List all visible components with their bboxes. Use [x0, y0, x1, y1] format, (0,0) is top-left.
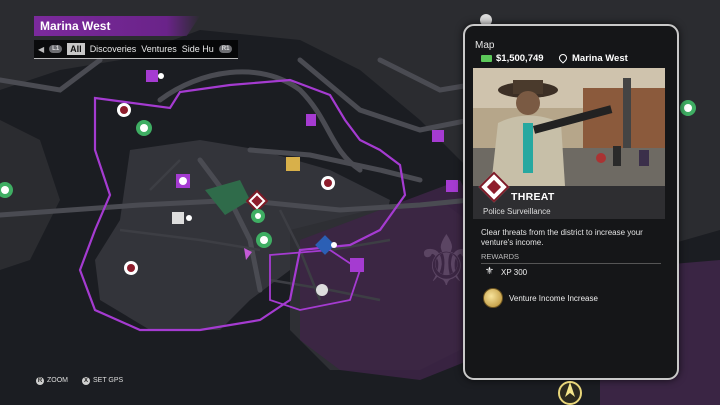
activity-description: Clear threats from the district to incre…: [481, 228, 643, 247]
r1-button-glyph: R1: [218, 45, 233, 53]
map-info-card: Map $1,500,749 Marina West THREAT Police…: [463, 24, 679, 380]
money-display: $1,500,749: [481, 53, 544, 64]
tab-all[interactable]: All: [67, 43, 85, 55]
poi-marker[interactable]: [316, 284, 328, 296]
hint-zoom[interactable]: R ZOOM: [36, 377, 68, 385]
activity-type: THREAT: [511, 191, 555, 203]
rewards-heading: REWARDS: [481, 252, 661, 264]
card-district-name: Marina West: [572, 53, 628, 64]
gang-marker[interactable]: [321, 176, 335, 190]
chevron-left-icon[interactable]: ◀: [38, 45, 44, 54]
activity-marker[interactable]: [446, 180, 458, 192]
money-value: $1,500,749: [496, 53, 544, 64]
activity-marker[interactable]: [176, 174, 190, 188]
reward-label: XP 300: [501, 267, 528, 277]
district-title: Marina West: [34, 16, 200, 36]
venture-income-coin-icon: [483, 288, 503, 308]
activity-marker[interactable]: [306, 114, 316, 126]
activity-header: THREAT Police Surveillance: [473, 171, 665, 219]
activity-marker[interactable]: [432, 130, 444, 142]
activity-marker[interactable]: [350, 258, 364, 272]
control-hints: R ZOOM X SET GPS: [36, 377, 123, 385]
l1-button-glyph: L1: [49, 45, 63, 53]
tab-discoveries[interactable]: Discoveries: [90, 44, 137, 54]
x-button-glyph: X: [82, 377, 90, 385]
gang-marker[interactable]: [124, 261, 138, 275]
filter-tabs: ◀ L1 All Discoveries Ventures Side Hu R1: [34, 40, 238, 59]
hint-set-gps[interactable]: X SET GPS: [82, 377, 123, 385]
activity-name: Police Surveillance: [483, 207, 551, 216]
cash-icon: [481, 54, 492, 62]
discovery-marker[interactable]: [256, 232, 272, 248]
shop-marker[interactable]: [286, 157, 300, 171]
discovery-marker[interactable]: [680, 100, 696, 116]
discovery-marker[interactable]: [136, 120, 152, 136]
card-district: Marina West: [557, 52, 628, 65]
reward-item: ⚜ XP 300: [485, 267, 527, 277]
discovery-marker[interactable]: [251, 209, 265, 223]
reward-item: Venture Income Increase: [483, 288, 598, 308]
fleur-de-lis-icon: ⚜: [485, 266, 494, 277]
tab-ventures[interactable]: Ventures: [141, 44, 177, 54]
card-title: Map: [475, 40, 495, 51]
gang-marker[interactable]: [117, 103, 131, 117]
reward-label: Venture Income Increase: [509, 293, 598, 303]
player-marker-icon: [558, 381, 582, 405]
tab-side-hustles[interactable]: Side Hu: [182, 44, 214, 54]
activity-preview-image: [473, 68, 665, 186]
location-pin-icon: [557, 52, 569, 65]
r-button-glyph: R: [36, 377, 44, 385]
